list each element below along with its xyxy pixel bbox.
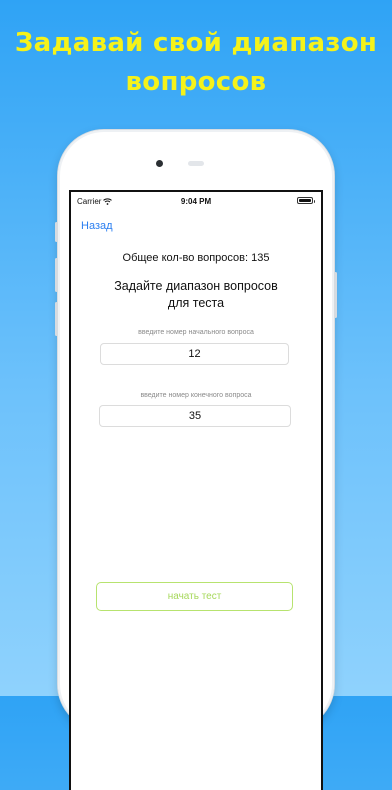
phone-volume-up	[55, 258, 58, 292]
status-time: 9:04 PM	[180, 197, 212, 206]
back-button[interactable]: Назад	[81, 220, 113, 232]
promo-headline-line1: Задавай свой диапазон	[14, 28, 378, 58]
range-prompt: Задайте диапазон вопросов для теста	[71, 278, 321, 312]
phone-frame: Carrier 9:04 PM Назад Общее кол-во вопро…	[55, 130, 337, 790]
phone-speaker	[188, 161, 204, 166]
total-questions-label: Общее кол-во вопросов: 135	[122, 252, 270, 264]
start-question-input[interactable]	[100, 343, 289, 365]
promo-headline-line2: вопросов	[125, 67, 267, 97]
promo-headline: Задавай свой диапазон вопросов	[0, 24, 392, 102]
status-bar: Carrier 9:04 PM	[71, 192, 321, 208]
range-prompt-line1: Задайте диапазон вопросов	[114, 279, 278, 293]
end-question-input[interactable]	[99, 405, 291, 427]
phone-mute-switch	[55, 222, 58, 242]
phone-power-button	[334, 272, 337, 318]
end-question-label: введите номер конечного вопроса	[140, 392, 252, 399]
app-screen: Carrier 9:04 PM Назад Общее кол-во вопро…	[69, 190, 323, 790]
battery-icon	[297, 197, 315, 204]
front-camera	[156, 160, 163, 167]
start-question-label: введите номер начального вопроса	[138, 329, 254, 336]
start-test-button[interactable]: начать тест	[96, 582, 293, 611]
range-prompt-line2: для теста	[167, 296, 225, 310]
phone-volume-down	[55, 302, 58, 336]
